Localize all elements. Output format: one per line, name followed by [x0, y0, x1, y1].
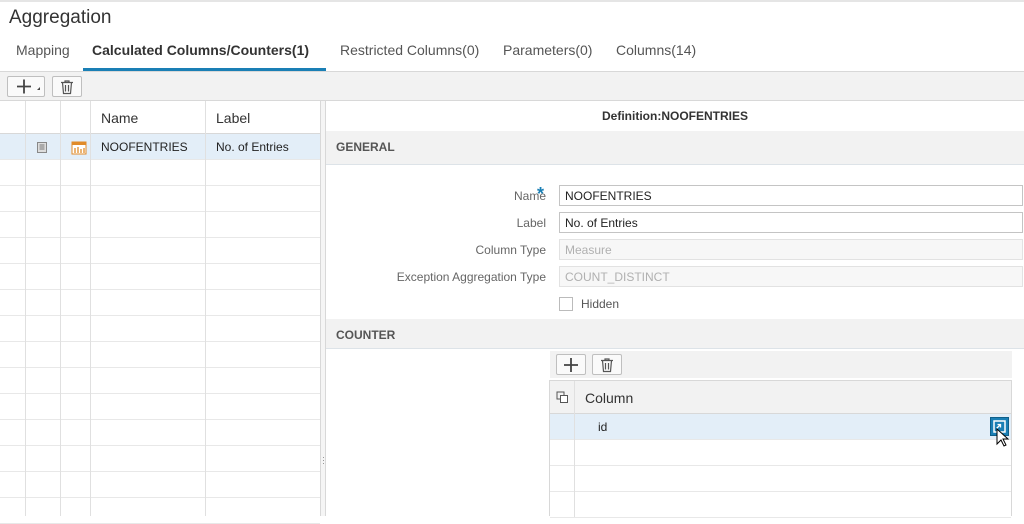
table-row	[550, 492, 1011, 518]
counter-section-header: COUNTER	[326, 319, 1024, 349]
table-row	[0, 394, 320, 420]
select-all-icon[interactable]	[556, 391, 569, 404]
name-input[interactable]	[559, 185, 1023, 206]
table-row	[0, 420, 320, 446]
tab-calculated-columns[interactable]: Calculated Columns/Counters(1)	[92, 42, 309, 58]
calculated-columns-table: Name Label NOOFENTRIES No. of Entries	[0, 101, 320, 524]
exception-aggregation-label: Exception Aggregation Type	[396, 270, 546, 284]
table-row	[0, 290, 320, 316]
tab-bar: Mapping Calculated Columns/Counters(1) R…	[0, 32, 1024, 72]
definition-title: Definition:NOOFENTRIES	[602, 109, 748, 123]
trash-icon	[601, 357, 613, 372]
table-row	[0, 342, 320, 368]
tab-mapping[interactable]: Mapping	[16, 42, 70, 58]
table-row[interactable]: id	[550, 414, 1011, 447]
header-column[interactable]: Column	[585, 390, 633, 406]
cell-column: id	[598, 420, 608, 434]
main-toolbar	[0, 72, 1024, 101]
delete-counter-button[interactable]	[592, 354, 622, 375]
tab-columns[interactable]: Columns(14)	[616, 42, 696, 58]
table-row	[0, 238, 320, 264]
row-document-icon	[37, 142, 47, 153]
column-divider	[60, 101, 61, 516]
column-divider	[90, 101, 91, 516]
splitter-grip-icon: · · ·	[322, 452, 325, 468]
top-border	[0, 0, 1024, 2]
counter-section-title: COUNTER	[336, 328, 396, 342]
calculated-column-icon	[71, 141, 87, 155]
table-row	[0, 160, 320, 186]
definition-panel: Definition:NOOFENTRIES GENERAL Name * La…	[326, 101, 1024, 518]
table-row	[0, 212, 320, 238]
column-divider	[25, 101, 26, 516]
table-row	[0, 186, 320, 212]
counter-toolbar	[550, 351, 1012, 378]
required-indicator: *	[537, 184, 545, 204]
general-section-title: GENERAL	[336, 140, 395, 154]
cell-name: NOOFENTRIES	[101, 140, 188, 154]
counter-table: Column id	[549, 380, 1012, 518]
table-row	[0, 368, 320, 394]
delete-button[interactable]	[52, 76, 82, 97]
add-counter-button[interactable]	[556, 354, 586, 375]
label-field-label: Label	[516, 216, 546, 230]
label-input[interactable]	[559, 212, 1023, 233]
add-dropdown-button[interactable]	[7, 76, 45, 97]
exception-aggregation-input	[559, 266, 1023, 287]
hidden-checkbox[interactable]	[559, 297, 573, 311]
hidden-checkbox-label: Hidden	[581, 297, 620, 311]
table-row[interactable]: NOOFENTRIES No. of Entries	[0, 134, 320, 160]
table-header: Name Label	[0, 101, 320, 134]
tab-parameters[interactable]: Parameters(0)	[503, 42, 592, 58]
column-type-label: Column Type	[475, 243, 546, 257]
general-section-header: GENERAL	[326, 131, 1024, 165]
table-row	[550, 440, 1011, 466]
tab-restricted-columns[interactable]: Restricted Columns(0)	[340, 42, 479, 58]
table-row	[0, 472, 320, 498]
table-row	[0, 498, 320, 524]
header-label[interactable]: Label	[216, 110, 250, 126]
column-divider	[205, 101, 206, 516]
table-row	[0, 316, 320, 342]
cell-label: No. of Entries	[216, 140, 289, 154]
counter-table-header: Column	[550, 381, 1011, 414]
page-title: Aggregation	[9, 7, 112, 28]
table-row	[0, 264, 320, 290]
trash-icon	[61, 79, 73, 94]
table-row	[0, 446, 320, 472]
table-row	[550, 466, 1011, 492]
plus-icon	[17, 79, 40, 94]
column-divider	[574, 381, 575, 517]
column-type-input	[559, 239, 1023, 260]
plus-icon	[564, 357, 578, 372]
header-name[interactable]: Name	[101, 110, 138, 126]
